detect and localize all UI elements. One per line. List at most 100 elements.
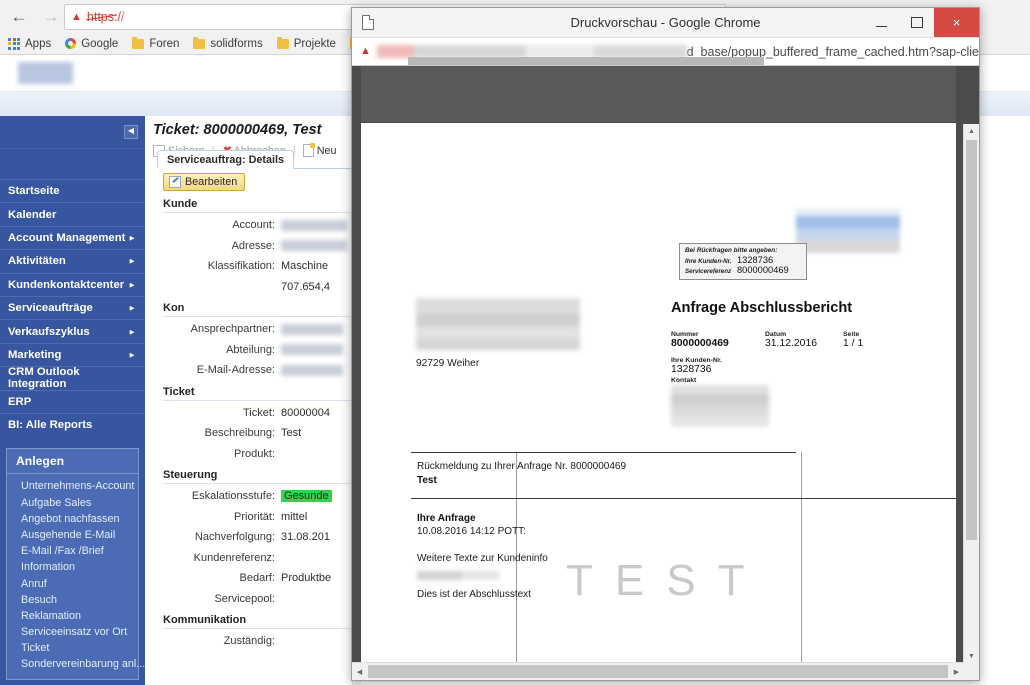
create-link-information[interactable]: Information [7,559,138,575]
subject-line: Rückmeldung zu Ihrer Anfrage Nr. 8000000… [417,461,627,472]
meta-datum: Datum 31.12.2016 [765,331,843,349]
maximize-icon [910,17,923,28]
close-button[interactable]: × [934,8,979,37]
sidebar-item-label: BI: Alle Reports [8,419,93,432]
tab-strip: Serviceauftrag: Details [157,150,295,169]
sidebar-item-label: Serviceaufträge [8,302,93,315]
group-title-kommunikation: Kommunikation [163,614,247,626]
maximize-button[interactable] [899,8,934,37]
edit-button[interactable]: Bearbeiten [163,173,246,191]
bookmark-google[interactable]: Google [65,38,118,50]
meta-key: Datum [765,331,787,338]
sidebar-item-erp[interactable]: ERP [0,389,145,413]
contact-block-redacted [671,385,769,427]
warning-triangle-icon: ▲ [360,45,371,57]
tab-serviceauftrag-details[interactable]: Serviceauftrag: Details [157,150,295,169]
chevron-right-icon: ► [128,256,136,266]
close-icon: × [952,15,961,30]
sidebar-header: ◀ [0,116,145,149]
sidebar-item-kundenkontaktcenter[interactable]: Kundenkontaktcenter ► [0,272,145,296]
divider [163,483,360,484]
field-bedarf: Bedarf: Produktbe [157,568,360,589]
meta-nummer: Nummer 8000000469 [671,331,765,349]
field-value: Test [281,427,302,440]
create-link-angebot-nachfassen[interactable]: Angebot nachfassen [7,511,138,527]
sidebar-item-label: Verkaufszyklus [8,325,90,338]
preview-horizontal-scrollbar[interactable]: ◀ ▶ [352,662,964,680]
sidebar-item-label: Aktivitäten [8,255,66,268]
chevron-right-icon: ► [128,233,136,243]
scroll-left-icon[interactable]: ◀ [352,668,367,676]
field-betrag: 707.654,4 [157,277,360,298]
create-link-serviceeinsatz-vor-ort[interactable]: Serviceeinsatz vor Ort [7,624,138,640]
print-preview-title-bar[interactable]: Druckvorschau - Google Chrome × [352,8,979,38]
scrollbar-corner [964,663,979,680]
scroll-up-icon[interactable]: ▲ [964,124,979,138]
collapse-sidebar-icon[interactable]: ◀ [124,125,138,139]
divider [163,316,360,317]
create-link-unternehmens-account[interactable]: Unternehmens-Account [7,478,138,494]
create-block: Anlegen Unternehmens-Account Aufgabe Sal… [6,448,145,680]
folder-icon [132,36,145,49]
field-value: 707.654,4 [281,280,330,293]
google-icon [65,38,77,49]
field-label: Ansprechpartner: [190,323,275,336]
document-heading: Anfrage Abschlussbericht [671,300,853,316]
field-adresse: Adresse: [157,236,360,257]
group-title-kon: Kon [163,302,185,314]
vertical-scroll-thumb[interactable] [966,140,977,540]
create-link-ausgehende-email[interactable]: Ausgehende E-Mail [7,527,138,543]
sidebar-item-startseite[interactable]: Startseite [0,179,145,202]
back-icon[interactable]: ← [8,5,30,27]
group-title-kunde: Kunde [163,198,198,210]
sidebar-item-crm-outlook-integration[interactable]: CRM Outlook Integration [0,366,145,391]
sidebar-item-marketing[interactable]: Marketing ► [0,342,145,366]
sidebar-item-bi-alle-reports[interactable]: BI: Alle Reports [0,412,145,436]
create-link-besuch[interactable]: Besuch [7,592,138,608]
field-value-redacted [281,364,343,376]
meta-value: 8000000469 [671,338,729,349]
scroll-down-icon[interactable]: ▼ [964,649,979,663]
sidebar-item-aktivitaeten[interactable]: Aktivitäten ► [0,249,145,272]
preview-vertical-scrollbar[interactable]: ▲ ▼ [963,124,979,663]
sidebar-item-serviceauftraege[interactable]: Serviceaufträge ► [0,295,145,319]
create-link-aufgabe-sales[interactable]: Aufgabe Sales [7,494,138,510]
divider [163,399,360,401]
minimize-button[interactable] [864,8,899,37]
field-label: Beschreibung: [204,427,275,440]
field-value-redacted [281,323,343,335]
create-link-anruf[interactable]: Anruf [7,575,138,591]
sidebar-item-kalender[interactable]: Kalender [0,202,145,225]
bookmark-apps[interactable]: Apps [8,37,51,50]
sidebar-item-label: CRM Outlook Integration [8,366,80,391]
contact-key: Kontakt [671,377,697,384]
create-link-sondervereinbarung[interactable]: Sondervereinbarung anl... [7,656,145,672]
meta-key: Nummer [671,331,699,338]
bookmark-projekte[interactable]: Projekte [276,36,336,50]
bookmark-foren[interactable]: Foren [132,36,179,50]
field-eskalationsstufe: Eskalationsstufe: Gesunde [157,486,360,507]
sidebar-item-verkaufszyklus[interactable]: Verkaufszyklus ► [0,319,145,342]
field-prioritaet: Priorität: mittel [157,507,360,528]
print-preview-address-bar[interactable]: ▲ d_base/popup_buffered_frame_cached.htm… [352,38,979,66]
bookmark-solidforms[interactable]: solidforms [193,36,263,50]
new-button[interactable]: Neu [302,143,337,157]
crm-navigation-sidebar: ◀ Startseite Kalender Account Management… [0,116,145,685]
scroll-right-icon[interactable]: ▶ [949,668,964,676]
horizontal-scroll-thumb[interactable] [368,665,948,678]
reference-row-kundennr: Ihre Kunden-Nr. 1328736 [685,255,802,265]
create-link-reklamation[interactable]: Reklamation [7,608,138,624]
field-label: Eskalationsstufe: [191,490,275,503]
create-link-email-fax-brief[interactable]: E-Mail /Fax /Brief [7,543,138,559]
field-label: Account: [232,219,275,232]
create-link-ticket[interactable]: Ticket [7,640,138,656]
field-value: 31.08.201 [281,531,330,544]
field-ticket: Ticket: 80000004 [157,403,360,424]
field-email-adresse: E-Mail-Adresse: [157,360,360,381]
folder-icon [276,36,289,49]
divider [163,628,360,629]
sidebar-item-account-management[interactable]: Account Management ► [0,225,145,249]
field-label: Abteilung: [226,343,275,356]
group-title-steuerung: Steuerung [163,469,218,481]
field-servicepool: Servicepool: [157,589,360,610]
